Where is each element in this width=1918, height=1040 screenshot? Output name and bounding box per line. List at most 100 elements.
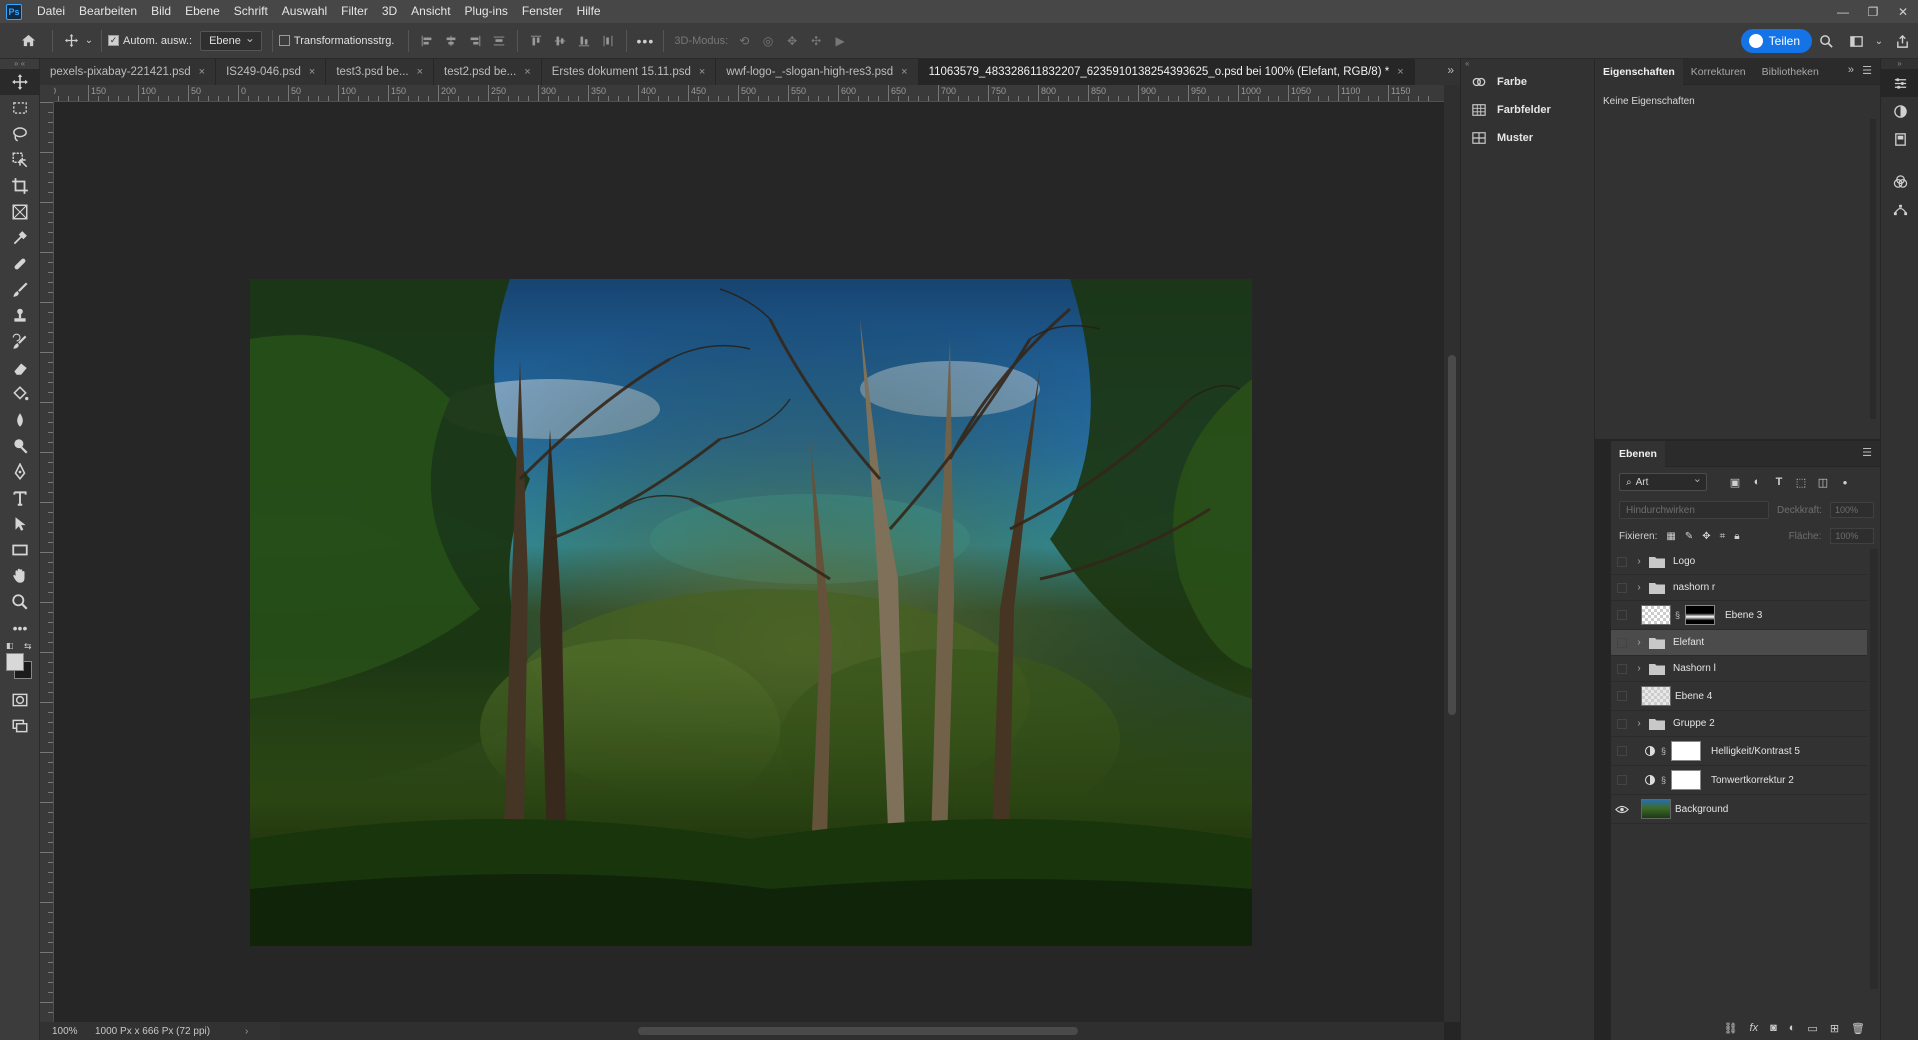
status-menu-arrow-icon[interactable]: ›	[245, 1026, 248, 1037]
properties-panel-icon[interactable]	[1881, 69, 1918, 97]
eraser-tool-icon[interactable]	[0, 355, 40, 381]
align-left-icon[interactable]	[415, 29, 439, 53]
layer-mask-thumbnail[interactable]	[1685, 605, 1715, 625]
close-tab-icon[interactable]: ×	[524, 66, 530, 78]
mask-icon[interactable]: ◙	[1770, 1022, 1777, 1034]
layer-row[interactable]: › Elefant	[1611, 630, 1867, 656]
menu-item-bild[interactable]: Bild	[144, 0, 178, 23]
dodge-tool-icon[interactable]	[0, 433, 40, 459]
panel-grip-icon[interactable]: »	[1881, 59, 1918, 69]
close-tab-icon[interactable]: ×	[417, 66, 423, 78]
marquee-tool-icon[interactable]	[0, 95, 40, 121]
healing-brush-tool-icon[interactable]	[0, 251, 40, 277]
object-selection-tool-icon[interactable]	[0, 147, 40, 173]
auto-select-checkbox[interactable]: ✓	[108, 35, 119, 46]
layer-name[interactable]: Elefant	[1673, 637, 1704, 648]
mask-link-icon[interactable]: §	[1661, 775, 1669, 785]
close-tab-icon[interactable]: ×	[309, 66, 315, 78]
transform-controls-checkbox[interactable]	[278, 35, 290, 46]
menu-item-bearbeiten[interactable]: Bearbeiten	[72, 0, 144, 23]
visibility-toggle[interactable]	[1611, 737, 1633, 765]
mask-link-icon[interactable]: §	[1661, 746, 1669, 756]
document-tab[interactable]: pexels-pixabay-221421.psd ×	[40, 59, 217, 85]
lasso-tool-icon[interactable]	[0, 121, 40, 147]
layers-scrollbar[interactable]	[1870, 549, 1878, 989]
document-tab[interactable]: test2.psd be... ×	[434, 59, 542, 85]
vertical-scroll-thumb[interactable]	[1448, 355, 1456, 715]
clone-stamp-tool-icon[interactable]	[0, 303, 40, 329]
foreground-color-swatch[interactable]	[6, 653, 24, 671]
blend-mode-dropdown[interactable]: Hindurchwirken	[1619, 501, 1769, 519]
dock-item-patterns[interactable]: Muster	[1461, 124, 1594, 152]
visibility-toggle[interactable]	[1611, 656, 1633, 681]
channels-panel-icon[interactable]	[1881, 167, 1918, 195]
close-window-button[interactable]: ✕	[1888, 0, 1918, 23]
layer-row[interactable]: › nashorn r	[1611, 575, 1867, 601]
expand-panels-icon[interactable]: »	[1848, 64, 1854, 76]
transform-controls-toggle[interactable]: Transformationsstrg.	[278, 35, 394, 47]
tool-preset-chevron-icon[interactable]: ⌄	[83, 29, 95, 53]
layer-name[interactable]: nashorn r	[1673, 582, 1715, 593]
menu-item-fenster[interactable]: Fenster	[515, 0, 570, 23]
layer-name[interactable]: Nashorn l	[1673, 663, 1716, 674]
restore-button[interactable]: ❐	[1858, 0, 1888, 23]
workspace-icon[interactable]	[1844, 29, 1868, 53]
close-tab-icon[interactable]: ×	[1397, 66, 1403, 78]
paths-panel-icon[interactable]	[1881, 195, 1918, 223]
lock-image-icon[interactable]: ✎	[1685, 531, 1693, 542]
share-export-icon[interactable]	[1890, 29, 1914, 53]
expand-chevron-icon[interactable]: ›	[1633, 637, 1645, 648]
menu-item-filter[interactable]: Filter	[334, 0, 375, 23]
filter-shape-icon[interactable]: ⬚	[1793, 474, 1809, 490]
menu-item-auswahl[interactable]: Auswahl	[275, 0, 334, 23]
lock-artboard-icon[interactable]: ⌗	[1720, 531, 1726, 542]
close-tab-icon[interactable]: ×	[699, 66, 705, 78]
layer-row[interactable]: Ebene 4	[1611, 682, 1867, 711]
eyedropper-tool-icon[interactable]	[0, 225, 40, 251]
move-tool-icon[interactable]	[59, 29, 83, 53]
new-layer-icon[interactable]: ⊞	[1830, 1022, 1839, 1035]
tab-overflow-icon[interactable]: »	[1447, 63, 1454, 77]
layer-name[interactable]: Gruppe 2	[1673, 718, 1715, 729]
layer-thumbnail[interactable]	[1641, 605, 1671, 625]
layer-name[interactable]: Ebene 3	[1725, 610, 1762, 621]
expand-chevron-icon[interactable]: ›	[1633, 582, 1645, 593]
layer-row[interactable]: › Gruppe 2	[1611, 711, 1867, 737]
default-colors-icon[interactable]: ◧	[6, 641, 14, 650]
menu-item-ebene[interactable]: Ebene	[178, 0, 227, 23]
close-tab-icon[interactable]: ×	[901, 66, 907, 78]
menu-item-3d[interactable]: 3D	[375, 0, 404, 23]
layer-name[interactable]: Logo	[1673, 556, 1695, 567]
libraries-panel-icon[interactable]	[1881, 125, 1918, 153]
folder-icon[interactable]: ▭	[1807, 1022, 1817, 1035]
expand-chevron-icon[interactable]: ›	[1633, 718, 1645, 729]
crop-tool-icon[interactable]	[0, 173, 40, 199]
distribute-horizontal-icon[interactable]	[596, 29, 620, 53]
eye-icon[interactable]	[1611, 795, 1633, 823]
visibility-toggle[interactable]	[1611, 630, 1633, 655]
share-button[interactable]: Teilen	[1740, 29, 1812, 53]
trash-icon[interactable]: 🗑︎	[1851, 1022, 1865, 1035]
zoom-level[interactable]: 100%	[40, 1026, 95, 1037]
layers-menu-icon[interactable]: ☰	[1862, 446, 1872, 459]
document-tab[interactable]: 11063579_483328611832207_623591013825439…	[918, 59, 1415, 85]
home-icon[interactable]	[16, 29, 40, 53]
layer-mask-thumbnail[interactable]	[1671, 770, 1701, 790]
align-top-icon[interactable]	[524, 29, 548, 53]
panel-grip-icon[interactable]: «	[1461, 59, 1594, 68]
visibility-toggle[interactable]	[1611, 766, 1633, 794]
menu-item-plug-ins[interactable]: Plug-ins	[458, 0, 515, 23]
filter-toggle-icon[interactable]: ●	[1837, 474, 1853, 490]
quick-mask-icon[interactable]	[0, 687, 40, 713]
paint-bucket-tool-icon[interactable]	[0, 381, 40, 407]
lock-transparent-icon[interactable]: ▦	[1666, 531, 1675, 542]
layer-mask-thumbnail[interactable]	[1671, 741, 1701, 761]
layer-thumbnail[interactable]	[1641, 686, 1671, 706]
visibility-toggle[interactable]	[1611, 711, 1633, 736]
adjustments-panel-icon[interactable]	[1881, 97, 1918, 125]
lock-position-icon[interactable]: ✥	[1702, 531, 1710, 542]
layer-row[interactable]: › Nashorn l	[1611, 656, 1867, 682]
visibility-toggle[interactable]	[1611, 682, 1633, 710]
document-tab[interactable]: test3.psd be... ×	[326, 59, 435, 85]
layer-row[interactable]: § Ebene 3	[1611, 601, 1867, 630]
